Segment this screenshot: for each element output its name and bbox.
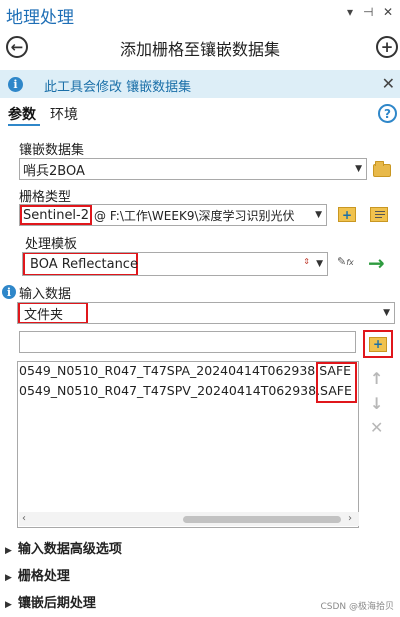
move-up-icon[interactable]: ↑ <box>370 369 383 388</box>
plus-circle-icon[interactable]: + <box>376 36 398 58</box>
input-info-icon: i <box>2 285 16 299</box>
help-icon[interactable]: ? <box>378 104 397 123</box>
expand-triangle-icon: ▶ <box>5 573 12 583</box>
safe-extension-highlight <box>316 362 357 403</box>
add-input-button[interactable]: + <box>363 330 393 358</box>
scroll-right-icon[interactable]: › <box>348 513 352 524</box>
function-editor-icon[interactable]: ✎fx <box>337 255 354 268</box>
chevron-down-icon: ▼ <box>355 164 362 174</box>
pane-title: 地理处理 <box>6 8 74 28</box>
raster-type-value: Sentinel-2 <box>20 205 93 225</box>
processing-template-dropdown[interactable]: BOA Reflectance ⇕ ▼ <box>22 252 328 276</box>
input-file-list[interactable]: 0549_N0510_R047_T47SPA_20240414T062938.S… <box>17 361 359 528</box>
raster-type-dropdown[interactable]: Sentinel-2 @ F:\工作\WEEK9\深度学习识别光伏 ▼ <box>19 204 327 226</box>
processing-template-value: BOA Reflectance <box>23 253 138 275</box>
section-advanced-input[interactable]: ▶ 输入数据高级选项 <box>5 538 122 557</box>
file-name: 0549_N0510_R047_T47SPA_20240414T062938 <box>19 363 316 378</box>
remove-icon[interactable]: ✕ <box>370 418 383 437</box>
run-arrow-icon[interactable]: → <box>368 251 385 275</box>
active-tab-indicator <box>8 124 40 126</box>
sort-icon: ⇕ <box>303 257 310 266</box>
section-raster-processing[interactable]: ▶ 栅格处理 <box>5 565 70 584</box>
tab-environments[interactable]: 环境 <box>50 104 78 124</box>
file-name: 0549_N0510_R047_T47SPV_20240414T062938 <box>19 383 317 398</box>
input-data-value: 文件夹 <box>18 303 88 323</box>
watermark: CSDN @极海拾贝 <box>320 602 394 612</box>
pane-close-icon[interactable]: ✕ <box>383 5 393 19</box>
add-folder-icon: + <box>369 336 387 352</box>
info-message: 此工具会修改 镶嵌数据集 <box>44 80 192 95</box>
scroll-left-icon[interactable]: ‹ <box>22 513 26 524</box>
expand-triangle-icon: ▶ <box>5 546 12 556</box>
info-close-icon[interactable]: ✕ <box>382 74 395 93</box>
mosaic-dataset-dropdown[interactable]: 哨兵2BOA ▼ <box>19 158 367 180</box>
input-data-label: 输入数据 <box>19 287 72 302</box>
browse-folder-icon[interactable] <box>373 161 391 177</box>
move-down-icon[interactable]: ↓ <box>370 394 383 413</box>
tool-title: 添加栅格至镶嵌数据集 <box>119 40 280 59</box>
section-post-processing[interactable]: ▶ 镶嵌后期处理 <box>5 592 96 611</box>
scrollbar-thumb[interactable] <box>183 516 341 523</box>
list-item[interactable]: 0549_N0510_R047_T47SPV_20240414T062938.S… <box>18 383 352 402</box>
expand-triangle-icon: ▶ <box>5 600 12 610</box>
add-raster-type-icon[interactable]: + <box>338 207 356 222</box>
processing-template-label: 处理模板 <box>25 237 78 252</box>
mosaic-dataset-value: 哨兵2BOA <box>23 163 85 179</box>
pane-menu-dropdown-icon[interactable]: ▾ <box>347 5 353 19</box>
raster-properties-icon[interactable] <box>370 207 388 222</box>
path-input[interactable] <box>19 331 356 353</box>
chevron-down-icon: ▼ <box>316 259 323 269</box>
tab-parameters[interactable]: 参数 <box>8 104 36 124</box>
chevron-down-icon: ▼ <box>383 308 390 318</box>
raster-type-config-path: @ F:\工作\WEEK9\深度学习识别光伏 <box>94 208 295 223</box>
chevron-down-icon: ▼ <box>315 210 322 220</box>
input-data-dropdown[interactable]: 文件夹 ▼ <box>17 302 395 324</box>
pin-icon[interactable]: ⊣ <box>363 5 373 19</box>
list-item[interactable]: 0549_N0510_R047_T47SPA_20240414T062938.S… <box>18 363 351 382</box>
mosaic-dataset-label: 镶嵌数据集 <box>19 143 85 158</box>
info-icon: i <box>8 77 23 92</box>
raster-type-label: 栅格类型 <box>19 190 72 205</box>
